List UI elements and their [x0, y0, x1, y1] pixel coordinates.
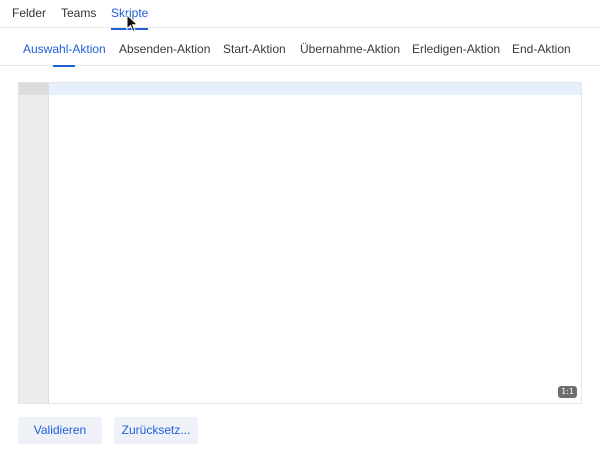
tab-auswahl-aktion[interactable]: Auswahl-Aktion [23, 42, 106, 67]
tab-label: Erledigen-Aktion [412, 42, 501, 56]
tab-label: Start-Aktion [223, 42, 286, 56]
line-number-gutter [19, 83, 49, 403]
validate-button[interactable]: Validieren [18, 417, 102, 444]
tab-teams[interactable]: Teams [61, 6, 96, 20]
cursor-position-badge: 1:1 [558, 386, 577, 398]
tab-end-aktion[interactable]: End-Aktion [512, 42, 571, 56]
active-line-gutter [19, 83, 49, 95]
script-action-tab-bar: Auswahl-Aktion Absenden-Aktion Start-Akt… [0, 28, 600, 67]
script-code-editor[interactable]: 1 1:1 [18, 82, 582, 404]
tab-label: Auswahl-Aktion [23, 42, 106, 56]
tab-felder[interactable]: Felder [12, 6, 46, 20]
top-tab-bar: Felder Teams Skripte [0, 0, 600, 30]
tab-erledigen-aktion[interactable]: Erledigen-Aktion [412, 42, 500, 56]
tab-label: Felder [12, 6, 47, 20]
tab-label: Übernahme-Aktion [300, 42, 401, 56]
tab-absenden-aktion[interactable]: Absenden-Aktion [119, 42, 210, 56]
tab-label: Teams [61, 6, 97, 20]
app-window: Felder Teams Skripte Auswahl-Aktion Abse… [0, 0, 600, 455]
tab-uebernahme-aktion[interactable]: Übernahme-Aktion [300, 42, 400, 56]
active-tab-indicator [53, 65, 76, 67]
tab-label: End-Aktion [512, 42, 571, 56]
tab-label: Absenden-Aktion [119, 42, 211, 56]
code-input-area[interactable] [53, 83, 577, 399]
reset-button[interactable]: Zurücksetz... [114, 417, 198, 444]
tab-start-aktion[interactable]: Start-Aktion [223, 42, 286, 56]
